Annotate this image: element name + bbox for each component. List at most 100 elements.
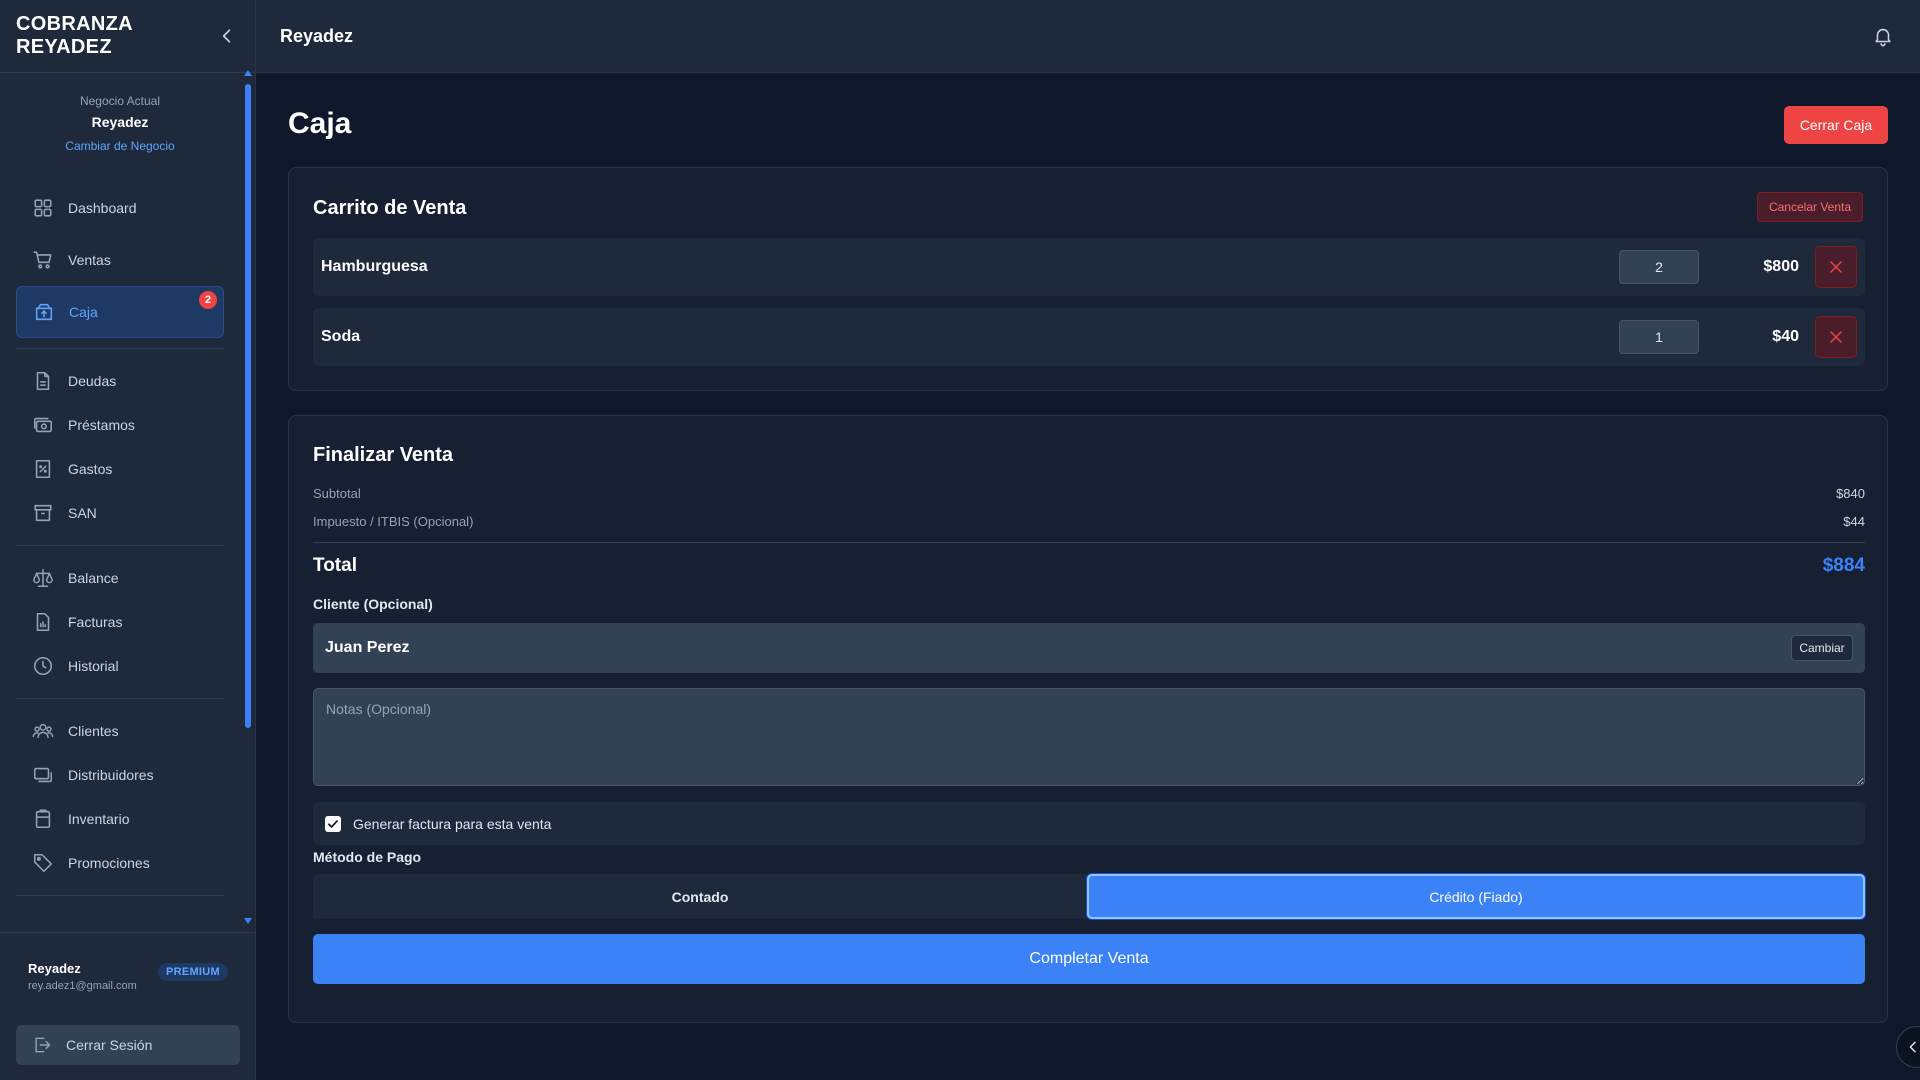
total-row: Total $884 <box>313 555 1865 577</box>
banknote-icon <box>32 414 54 436</box>
sidebar-item-deudas[interactable]: Deudas <box>16 359 224 403</box>
business-name: Reyadez <box>91 114 149 130</box>
remove-item-button[interactable] <box>1815 246 1857 288</box>
sidebar-scroll-area: Negocio Actual Reyadez Cambiar de Negoci… <box>0 74 240 931</box>
check-icon <box>326 817 340 831</box>
total-label: Total <box>313 555 357 576</box>
nav-divider <box>16 698 224 699</box>
sidebar-item-clientes[interactable]: Clientes <box>16 709 224 753</box>
payment-cash-button[interactable]: Contado <box>313 874 1087 919</box>
sidebar-item-ventas[interactable]: Ventas <box>16 234 224 286</box>
chevron-left-icon <box>1905 1039 1920 1055</box>
checkout-card: Finalizar Venta Subtotal $840 Impuesto /… <box>288 415 1888 1023</box>
subtotal-value: $840 <box>1836 486 1865 501</box>
receipt-icon <box>32 458 54 480</box>
grid-icon <box>32 197 54 219</box>
sidebar-item-facturas[interactable]: Facturas <box>16 600 224 644</box>
close-cash-button[interactable]: Cerrar Caja <box>1784 106 1888 144</box>
sidebar-item-label: Facturas <box>68 614 123 630</box>
report-icon <box>32 611 54 633</box>
sidebar-item-label: Clientes <box>68 723 119 739</box>
cancel-sale-button[interactable]: Cancelar Venta <box>1757 192 1863 222</box>
sidebar: COBRANZA REYADEZ Negocio Actual Reyadez … <box>0 0 256 1080</box>
payment-method-label: Método de Pago <box>313 849 422 865</box>
topbar-title: Reyadez <box>280 25 354 46</box>
logout-label: Cerrar Sesión <box>66 1037 153 1053</box>
notification-badge: 2 <box>199 291 217 309</box>
sidebar-item-label: Historial <box>68 658 119 674</box>
sidebar-item-historial[interactable]: Historial <box>16 644 224 688</box>
payment-method-toggle: Contado Crédito (Fiado) <box>313 874 1865 919</box>
nav-group-contacts: Clientes Distribuidores Inventario Promo… <box>0 709 240 885</box>
summary-divider <box>313 542 1865 543</box>
sidebar-item-inventario[interactable]: Inventario <box>16 797 224 841</box>
sidebar-item-dashboard[interactable]: Dashboard <box>16 182 224 234</box>
sidebar-item-gastos[interactable]: Gastos <box>16 447 224 491</box>
main-content: Caja Cerrar Caja Carrito de Venta Cancel… <box>256 73 1920 1080</box>
cart-item-name: Hamburguesa <box>321 258 428 275</box>
clipboard-icon <box>32 808 54 830</box>
invoice-checkbox[interactable] <box>325 815 341 832</box>
sidebar-item-promociones[interactable]: Promociones <box>16 841 224 885</box>
scroll-up-icon[interactable] <box>244 70 252 76</box>
subtotal-label: Subtotal <box>313 486 361 501</box>
sidebar-item-label: SAN <box>68 505 97 521</box>
sidebar-item-label: Distribuidores <box>68 767 154 783</box>
panel-toggle-handle[interactable] <box>1896 1026 1920 1068</box>
bell-icon[interactable] <box>1872 25 1894 47</box>
checkout-title: Finalizar Venta <box>313 444 454 466</box>
nav-divider <box>16 545 224 546</box>
scrollbar-thumb[interactable] <box>245 84 251 728</box>
page-title: Caja <box>288 107 352 140</box>
sidebar-item-label: Balance <box>68 570 119 586</box>
document-icon <box>32 370 54 392</box>
payment-credit-button[interactable]: Crédito (Fiado) <box>1087 874 1865 919</box>
brand-name: COBRANZA REYADEZ <box>16 13 133 58</box>
sidebar-item-label: Inventario <box>68 811 130 827</box>
nav-group-finance: Deudas Préstamos Gastos SAN <box>0 359 240 535</box>
invoice-option[interactable]: Generar factura para esta venta <box>313 802 1865 845</box>
scroll-down-icon[interactable] <box>244 918 252 924</box>
sidebar-item-label: Ventas <box>68 252 111 268</box>
complete-sale-button[interactable]: Completar Venta <box>313 934 1865 984</box>
notes-textarea[interactable] <box>313 688 1865 786</box>
cart-title: Carrito de Venta <box>313 197 467 219</box>
sidebar-item-label: Gastos <box>68 461 113 477</box>
clock-icon <box>32 655 54 677</box>
quantity-input[interactable] <box>1619 320 1699 354</box>
client-name: Juan Perez <box>325 639 410 656</box>
cart-card: Carrito de Venta Cancelar Venta Hamburgu… <box>288 167 1888 391</box>
chevron-left-icon[interactable] <box>217 26 237 46</box>
close-icon <box>1826 327 1846 347</box>
total-value: $884 <box>1822 555 1865 576</box>
client-label: Cliente (Opcional) <box>313 596 433 612</box>
tax-value: $44 <box>1843 514 1865 529</box>
tax-label: Impuesto / ITBIS (Opcional) <box>313 514 474 529</box>
sidebar-item-label: Dashboard <box>68 200 137 216</box>
cards-icon <box>32 764 54 786</box>
current-business: Negocio Actual Reyadez Cambiar de Negoci… <box>0 74 240 182</box>
sidebar-item-balance[interactable]: Balance <box>16 556 224 600</box>
client-selector[interactable]: Juan Perez Cambiar <box>313 623 1865 673</box>
sidebar-item-prestamos[interactable]: Préstamos <box>16 403 224 447</box>
plan-badge: PREMIUM <box>157 963 228 981</box>
change-client-button[interactable]: Cambiar <box>1791 635 1853 661</box>
nav-group-reports: Balance Facturas Historial <box>0 556 240 688</box>
user-email: rey.adez1@gmail.com <box>28 980 137 992</box>
sidebar-item-distribuidores[interactable]: Distribuidores <box>16 753 224 797</box>
sidebar-header: COBRANZA REYADEZ <box>0 0 255 73</box>
business-caption: Negocio Actual <box>79 94 161 108</box>
cart-item-price: $40 <box>1772 328 1799 345</box>
sidebar-footer: Reyadez rey.adez1@gmail.com PREMIUM Cerr… <box>0 932 256 1080</box>
cart-item-name: Soda <box>321 328 361 345</box>
nav-group-main: Dashboard Ventas Caja 2 <box>0 182 240 338</box>
change-business-link[interactable]: Cambiar de Negocio <box>65 139 174 153</box>
logout-button[interactable]: Cerrar Sesión <box>16 1025 240 1065</box>
sidebar-item-label: Promociones <box>68 855 150 871</box>
sidebar-item-caja[interactable]: Caja 2 <box>16 286 224 338</box>
remove-item-button[interactable] <box>1815 316 1857 358</box>
invoice-label: Generar factura para esta venta <box>353 815 552 832</box>
quantity-input[interactable] <box>1619 250 1699 284</box>
sidebar-scrollbar[interactable] <box>240 66 256 932</box>
sidebar-item-san[interactable]: SAN <box>16 491 224 535</box>
